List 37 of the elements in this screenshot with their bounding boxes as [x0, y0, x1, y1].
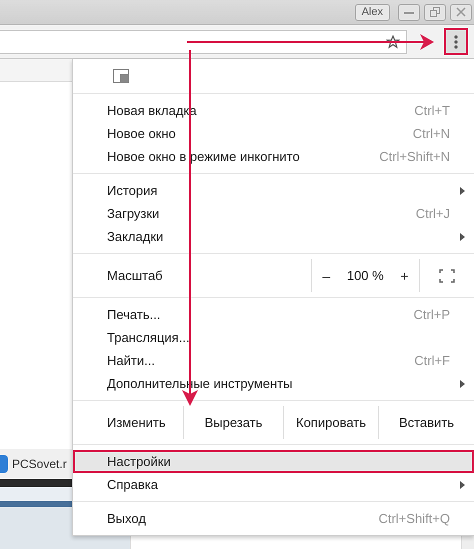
star-icon[interactable] — [386, 34, 400, 48]
shortcut-label: Ctrl+N — [412, 126, 450, 141]
menu-item[interactable]: История — [73, 179, 474, 202]
menu-item[interactable]: Справка — [73, 473, 474, 496]
menu-label: Масштаб — [107, 267, 164, 285]
menu-item[interactable]: Печать... Ctrl+P — [73, 303, 474, 326]
menu-item[interactable]: Новое окно в режиме инкогнито Ctrl+Shift+N — [73, 145, 474, 168]
shortcut-label: Ctrl+F — [414, 353, 450, 368]
shortcut-label: Ctrl+J — [416, 206, 450, 221]
close-icon — [456, 7, 466, 17]
tab-title: PCSovet.r — [12, 457, 67, 471]
menu-item[interactable]: Настройки — [73, 450, 474, 473]
shortcut-label: Ctrl+T — [414, 103, 450, 118]
more-icon — [454, 34, 458, 48]
shortcut-label: Ctrl+Shift+Q — [378, 511, 450, 526]
menu-item[interactable]: Найти... Ctrl+F — [73, 349, 474, 372]
profile-button[interactable]: Alex — [354, 4, 390, 20]
fullscreen-icon[interactable] — [439, 268, 455, 282]
zoom-out-button[interactable]: – — [318, 266, 334, 286]
menu-item[interactable]: Загрузки Ctrl+J — [73, 202, 474, 225]
shortcut-label: Ctrl+Shift+N — [379, 149, 450, 164]
minimize-icon — [404, 10, 414, 14]
menu-button[interactable] — [444, 28, 468, 55]
menu-item[interactable]: Новое окно Ctrl+N — [73, 122, 474, 145]
window-icon — [113, 69, 129, 83]
menu-item[interactable]: Трансляция... — [73, 326, 474, 349]
zoom-in-button[interactable]: + — [396, 266, 413, 286]
edit-action-button[interactable]: Вставить — [378, 406, 474, 439]
restore-icon — [430, 7, 440, 17]
browser-tab[interactable]: PCSovet.r — [0, 449, 72, 479]
zoom-level: 100 % — [346, 268, 384, 283]
site-icon — [0, 455, 8, 473]
shortcut-label: Ctrl+P — [414, 307, 450, 322]
menu-item[interactable]: Выход Ctrl+Shift+Q — [73, 507, 474, 530]
menu-label: Изменить — [107, 414, 167, 432]
address-bar[interactable] — [0, 30, 407, 54]
menu-item[interactable]: Закладки — [73, 225, 474, 248]
